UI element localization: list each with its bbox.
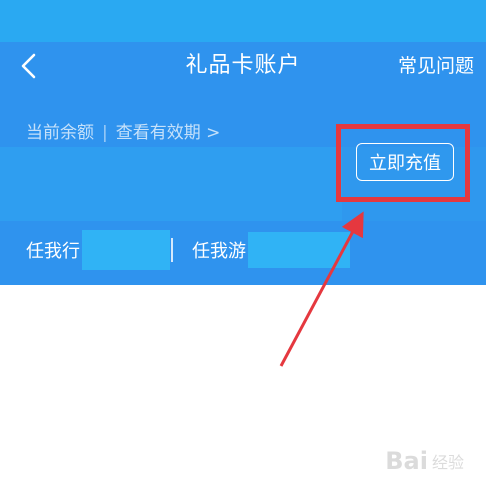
watermark-sub: 经验 — [431, 453, 464, 472]
chevron-left-icon — [21, 53, 36, 79]
view-validity-link[interactable]: 查看有效期 > — [116, 123, 221, 143]
card-divider — [171, 238, 173, 262]
card-name: 任我行 — [26, 241, 80, 262]
label-separator: | — [102, 123, 108, 143]
card-name: 任我游 — [192, 241, 246, 262]
card-value-masked — [248, 232, 350, 268]
card-item-renwoxing[interactable]: 任我行 — [26, 230, 170, 270]
card-item-renwoyou[interactable]: 任我游 — [192, 230, 350, 270]
recharge-button[interactable]: 立即充值 — [356, 143, 454, 181]
balance-info: 当前余额 | 查看有效期 > — [26, 120, 220, 146]
balance-value-masked — [0, 147, 342, 221]
card-value-masked — [82, 230, 170, 270]
status-bar — [0, 0, 486, 42]
watermark: Bai 经验 — [385, 447, 464, 475]
watermark-text: Bai — [385, 447, 428, 475]
back-button[interactable] — [14, 50, 44, 82]
card-list: 任我行 任我游 — [0, 230, 486, 270]
faq-link[interactable]: 常见问题 — [398, 50, 474, 82]
balance-label: 当前余额 — [26, 123, 94, 143]
